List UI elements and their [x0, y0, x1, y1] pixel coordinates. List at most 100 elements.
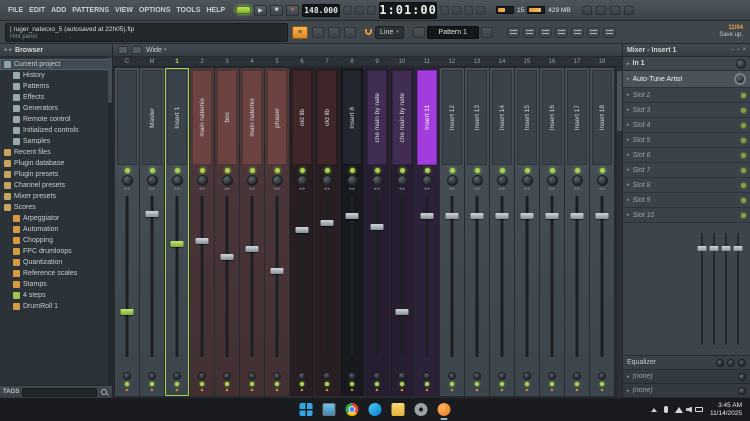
stereo-knob[interactable]: [148, 372, 156, 380]
mute-led[interactable]: [374, 168, 380, 173]
volume-fader[interactable]: [515, 193, 539, 360]
pan-knob[interactable]: [196, 175, 208, 186]
fx-led[interactable]: [300, 382, 304, 386]
plugin-picker-toggle[interactable]: [586, 26, 600, 38]
pattern-display[interactable]: Pattern 1: [426, 25, 479, 39]
volume-fader[interactable]: [265, 193, 289, 360]
eq-band-knob[interactable]: [727, 358, 735, 367]
slot-menu-icon[interactable]: ▸: [627, 197, 630, 203]
browser-scrollbar[interactable]: [108, 57, 112, 385]
pattern-prev-button[interactable]: [412, 26, 425, 38]
mixer-view-selector[interactable]: Wide ▾: [146, 47, 166, 54]
volume-fader[interactable]: [215, 193, 239, 360]
volume-fader[interactable]: [590, 193, 614, 360]
settings-icon[interactable]: [414, 403, 428, 416]
keyboard-icon[interactable]: [623, 5, 634, 15]
song-mode-led[interactable]: [236, 6, 252, 14]
slot-menu-icon[interactable]: ▸: [627, 182, 630, 188]
edge-icon[interactable]: [368, 403, 382, 416]
send-knob[interactable]: [738, 372, 746, 381]
back-icon[interactable]: ◂: [4, 47, 7, 53]
mute-led[interactable]: [549, 168, 555, 173]
note-recording-button[interactable]: [344, 26, 356, 38]
volume-fader[interactable]: [165, 193, 189, 360]
stereo-knob[interactable]: [248, 372, 256, 380]
stereo-knob[interactable]: [273, 372, 281, 380]
pan-knob[interactable]: [546, 175, 558, 186]
fader-handle[interactable]: [470, 213, 484, 220]
menu-view[interactable]: VIEW: [112, 4, 136, 17]
fx-led[interactable]: [525, 382, 529, 386]
fx-slot[interactable]: ▸ Slot 4: [623, 118, 750, 133]
browser-item[interactable]: Samples: [0, 136, 112, 147]
browser-item[interactable]: 4 steps: [0, 290, 112, 301]
browser-item[interactable]: Mixer presets: [0, 191, 112, 202]
slot-menu-icon[interactable]: ▸: [627, 137, 630, 143]
browser-item[interactable]: Recent files: [0, 147, 112, 158]
panel-fader[interactable]: [709, 233, 718, 345]
fx-slot[interactable]: ▸ Slot 6: [623, 148, 750, 163]
slot-enable-led[interactable]: [741, 122, 746, 128]
play-button[interactable]: ▶: [254, 4, 268, 16]
volume-fader[interactable]: [415, 193, 439, 360]
browser-item[interactable]: Effects: [0, 92, 112, 103]
fx-led[interactable]: [475, 382, 479, 386]
mixer-channel[interactable]: Insert 11 ◂ ▸ ▲: [415, 68, 439, 396]
menu-edit[interactable]: EDIT: [26, 4, 48, 17]
start-icon[interactable]: [299, 403, 313, 416]
panel-fader[interactable]: [733, 233, 742, 345]
panel-fader-handle[interactable]: [721, 246, 730, 252]
mixer-channel[interactable]: bos ◂ ▸ ▲: [215, 68, 239, 396]
file-explorer-icon[interactable]: [391, 403, 405, 416]
stereo-knob[interactable]: [173, 372, 181, 380]
fader-handle[interactable]: [595, 213, 609, 220]
menu-file[interactable]: FILE: [5, 4, 26, 17]
fader-handle[interactable]: [520, 213, 534, 220]
browser-item[interactable]: Arpeggiator: [0, 213, 112, 224]
close-icon[interactable]: ×: [742, 47, 746, 53]
stereo-knob[interactable]: [298, 372, 306, 380]
mute-led[interactable]: [424, 168, 430, 173]
pan-knob[interactable]: [496, 175, 508, 186]
slot-menu-icon[interactable]: ▸: [627, 212, 630, 218]
browser-item[interactable]: Reference scales: [0, 268, 112, 279]
mute-led[interactable]: [449, 168, 455, 173]
mic-icon[interactable]: [663, 406, 668, 413]
eq-band-knob[interactable]: [738, 358, 746, 367]
volume-fader[interactable]: [540, 193, 564, 360]
fl-studio-icon[interactable]: [437, 403, 451, 420]
slot-enable-led[interactable]: [741, 197, 746, 203]
eq-band-knob[interactable]: [716, 358, 724, 367]
panel-fader-handle[interactable]: [733, 246, 742, 252]
pan-knob[interactable]: [446, 175, 458, 186]
mixer-channel[interactable]: Insert 17 ◂ ▸ ▲: [565, 68, 589, 396]
mixer-channel[interactable]: ◂ ▸ ▲: [115, 68, 139, 396]
fader-handle[interactable]: [170, 240, 184, 247]
fx-led[interactable]: [575, 382, 579, 386]
mic-input-icon[interactable]: [595, 5, 606, 15]
mixer-channel[interactable]: phaser ◂ ▸ ▲: [265, 68, 289, 396]
mute-led[interactable]: [124, 168, 130, 173]
stereo-knob[interactable]: [373, 372, 381, 380]
browser-item[interactable]: Generators: [0, 103, 112, 114]
browser-item[interactable]: DrumRoll 1: [0, 301, 112, 312]
fader-handle[interactable]: [570, 213, 584, 220]
slot-enable-led[interactable]: [741, 107, 746, 113]
pan-knob[interactable]: [371, 175, 383, 186]
fx-led[interactable]: [125, 382, 129, 386]
slot-mix-knob[interactable]: [734, 73, 746, 85]
stereo-knob[interactable]: [198, 372, 206, 380]
pan-knob[interactable]: [171, 175, 183, 186]
slot-enable-led[interactable]: [741, 167, 746, 173]
fx-slot[interactable]: ▸ Slot 5: [623, 133, 750, 148]
mixer-channel[interactable]: Insert 12 ◂ ▸ ▲: [440, 68, 464, 396]
pan-knob[interactable]: [571, 175, 583, 186]
mixer-channel[interactable]: Insert 8 ◂ ▸ ▲: [340, 68, 364, 396]
panel-fader-handle[interactable]: [697, 246, 706, 252]
playlist-toggle[interactable]: [506, 26, 520, 38]
fader-handle[interactable]: [270, 268, 284, 275]
pan-knob[interactable]: [421, 175, 433, 186]
pan-knob[interactable]: [346, 175, 358, 186]
volume-fader[interactable]: [440, 193, 464, 360]
menu-patterns[interactable]: PATTERNS: [69, 4, 112, 17]
